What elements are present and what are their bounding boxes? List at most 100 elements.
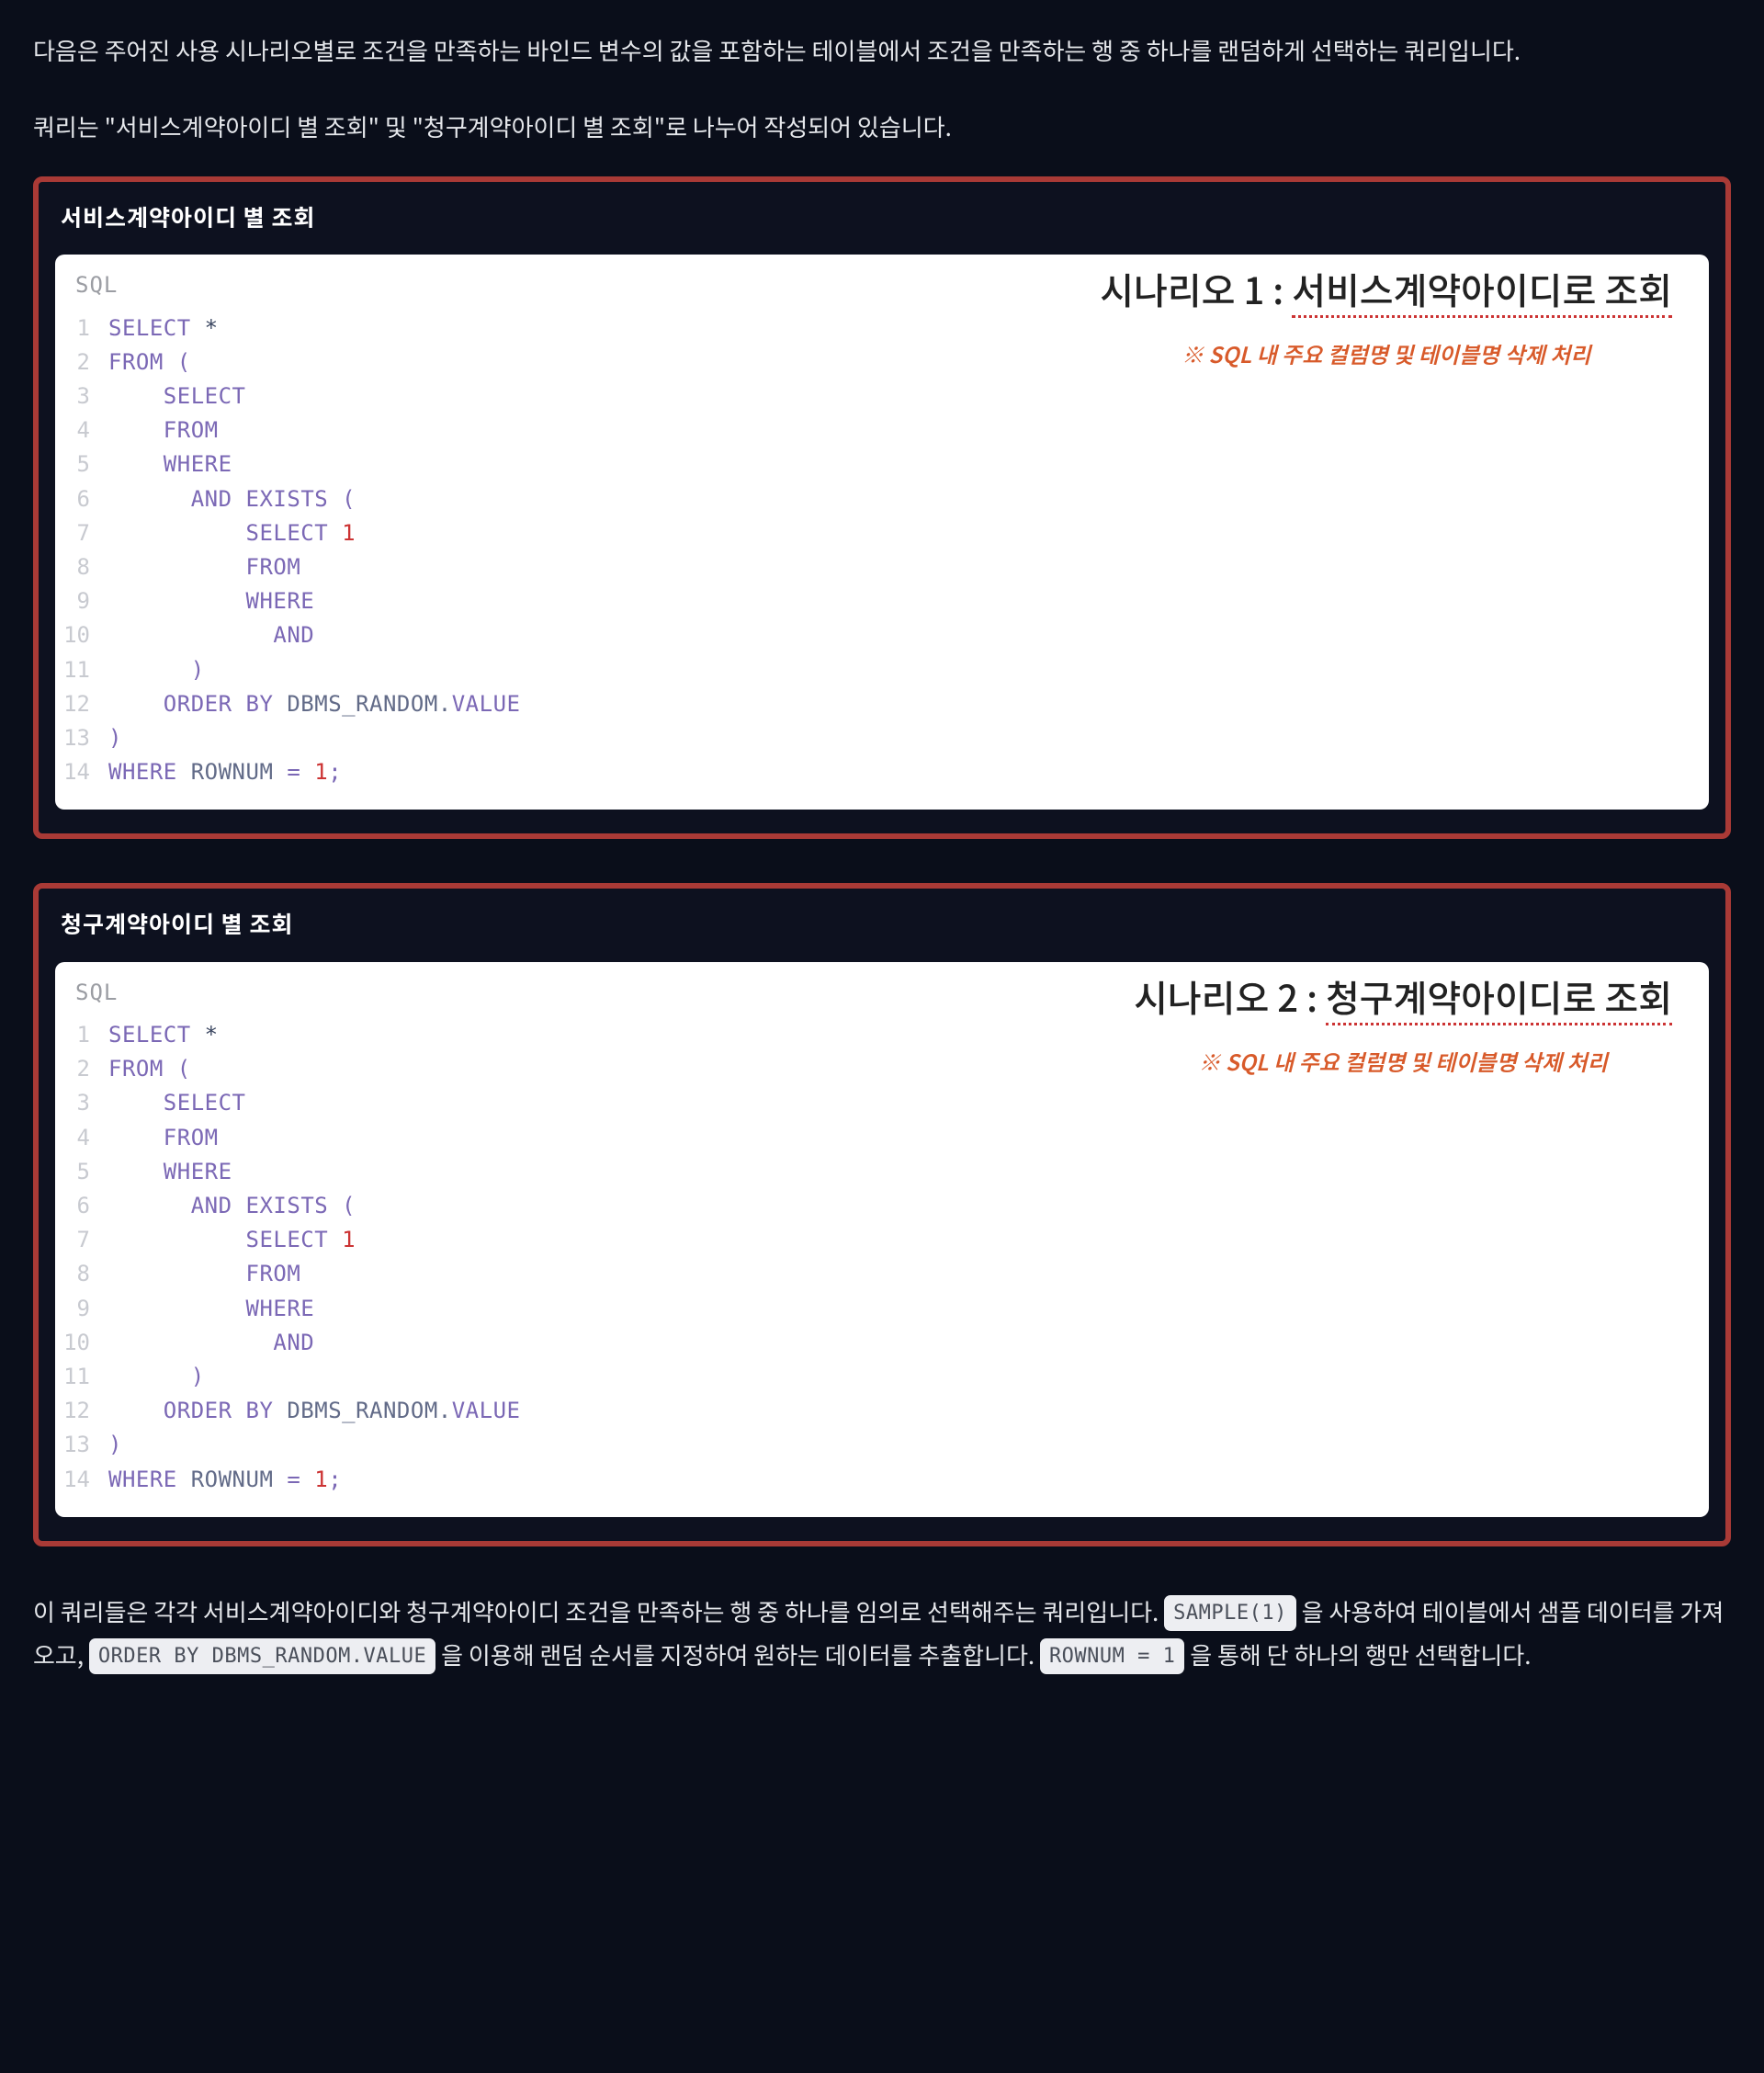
line-number: 12 <box>55 687 108 721</box>
line-number: 1 <box>55 1018 108 1052</box>
code-line: 3 SELECT <box>55 379 1709 413</box>
code-text: WHERE <box>108 1155 232 1189</box>
code-section-1: 청구계약아이디 별 조회SQL시나리오 2 : 청구계약아이디로 조회※ SQL… <box>33 883 1731 1546</box>
redaction-note: ※ SQL 내 주요 컬럼명 및 테이블명 삭제 처리 <box>1100 335 1672 372</box>
line-number: 6 <box>55 482 108 516</box>
line-number: 2 <box>55 346 108 379</box>
footer-explanation: 이 쿼리들은 각각 서비스계약아이디와 청구계약아이디 조건을 만족하는 행 중… <box>33 1591 1731 1677</box>
code-text: ) <box>108 1428 122 1462</box>
line-number: 1 <box>55 312 108 346</box>
code-pill-rownum: ROWNUM = 1 <box>1040 1638 1184 1675</box>
code-line: 6 AND EXISTS ( <box>55 1189 1709 1223</box>
scenario-title: 시나리오 2 : 청구계약아이디로 조회 <box>1134 966 1672 1026</box>
code-text: AND EXISTS ( <box>108 482 356 516</box>
code-text: WHERE <box>108 447 232 481</box>
scenario-annotation: 시나리오 1 : 서비스계약아이디로 조회 ※ SQL 내 주요 컬럼명 및 테이… <box>1100 258 1672 372</box>
code-line: 13) <box>55 721 1709 755</box>
line-number: 4 <box>55 413 108 447</box>
code-line: 9 WHERE <box>55 1292 1709 1326</box>
code-text: AND EXISTS ( <box>108 1189 356 1223</box>
code-line: 8 FROM <box>55 550 1709 584</box>
code-line: 6 AND EXISTS ( <box>55 482 1709 516</box>
code-line: 5 WHERE <box>55 447 1709 481</box>
code-line: 13) <box>55 1428 1709 1462</box>
code-line: 10 AND <box>55 618 1709 652</box>
code-text: SELECT <box>108 379 246 413</box>
code-text: SELECT 1 <box>108 516 356 550</box>
footer-seg1: 이 쿼리들은 각각 서비스계약아이디와 청구계약아이디 조건을 만족하는 행 중… <box>33 1594 1164 1628</box>
code-text: SELECT * <box>108 312 219 346</box>
code-card: SQL시나리오 2 : 청구계약아이디로 조회※ SQL 내 주요 컬럼명 및 … <box>55 962 1709 1517</box>
code-text: SELECT * <box>108 1018 219 1052</box>
line-number: 3 <box>55 1086 108 1120</box>
line-number: 10 <box>55 618 108 652</box>
line-number: 9 <box>55 584 108 618</box>
line-number: 11 <box>55 1360 108 1394</box>
line-number: 13 <box>55 1428 108 1462</box>
line-number: 8 <box>55 550 108 584</box>
code-line: 7 SELECT 1 <box>55 1223 1709 1257</box>
line-number: 14 <box>55 1463 108 1497</box>
code-text: ) <box>108 653 205 687</box>
code-line: 8 FROM <box>55 1257 1709 1291</box>
code-body[interactable]: 1SELECT *2FROM (3 SELECT4 FROM5 WHERE6 A… <box>55 1013 1709 1517</box>
line-number: 10 <box>55 1326 108 1360</box>
code-line: 4 FROM <box>55 413 1709 447</box>
code-line: 9 WHERE <box>55 584 1709 618</box>
line-number: 9 <box>55 1292 108 1326</box>
code-line: 11 ) <box>55 653 1709 687</box>
section-title: 서비스계약아이디 별 조회 <box>61 198 1703 236</box>
scenario-annotation: 시나리오 2 : 청구계약아이디로 조회 ※ SQL 내 주요 컬럼명 및 테이블… <box>1134 966 1672 1080</box>
line-number: 14 <box>55 755 108 789</box>
intro-text-2: 쿼리는 "서비스계약아이디 별 조회" 및 "청구계약아이디 별 조회"로 나누… <box>33 108 1731 147</box>
line-number: 13 <box>55 721 108 755</box>
code-text: ) <box>108 1360 205 1394</box>
code-line: 12 ORDER BY DBMS_RANDOM.VALUE <box>55 1394 1709 1428</box>
footer-seg3: 을 이용해 랜덤 순서를 지정하여 원하는 데이터를 추출합니다. <box>435 1637 1040 1671</box>
line-number: 12 <box>55 1394 108 1428</box>
code-line: 12 ORDER BY DBMS_RANDOM.VALUE <box>55 687 1709 721</box>
code-line: 10 AND <box>55 1326 1709 1360</box>
code-text: AND <box>108 1326 314 1360</box>
redaction-note: ※ SQL 내 주요 컬럼명 및 테이블명 삭제 처리 <box>1134 1043 1672 1080</box>
code-section-0: 서비스계약아이디 별 조회 SQL시나리오 1 : 서비스계약아이디로 조회※ S… <box>33 176 1731 839</box>
line-number: 3 <box>55 379 108 413</box>
code-line: 14WHERE ROWNUM = 1; <box>55 1463 1709 1497</box>
code-text: WHERE ROWNUM = 1; <box>108 1463 342 1497</box>
code-text: WHERE <box>108 1292 314 1326</box>
line-number: 4 <box>55 1121 108 1155</box>
line-number: 7 <box>55 516 108 550</box>
code-text: WHERE ROWNUM = 1; <box>108 755 342 789</box>
code-line: 3 SELECT <box>55 1086 1709 1120</box>
line-number: 5 <box>55 1155 108 1189</box>
code-line: 4 FROM <box>55 1121 1709 1155</box>
code-card: SQL시나리오 1 : 서비스계약아이디로 조회※ SQL 내 주요 컬럼명 및… <box>55 255 1709 810</box>
code-text: SELECT <box>108 1086 246 1120</box>
code-line: 14WHERE ROWNUM = 1; <box>55 755 1709 789</box>
line-number: 8 <box>55 1257 108 1291</box>
line-number: 6 <box>55 1189 108 1223</box>
code-line: 11 ) <box>55 1360 1709 1394</box>
code-body[interactable]: 1SELECT *2FROM (3 SELECT4 FROM5 WHERE6 A… <box>55 306 1709 810</box>
code-text: FROM <box>108 413 219 447</box>
code-text: ) <box>108 721 122 755</box>
intro-text-1: 다음은 주어진 사용 시나리오별로 조건을 만족하는 바인드 변수의 값을 포함… <box>33 31 1731 71</box>
code-text: FROM ( <box>108 346 191 379</box>
code-pill-orderby: ORDER BY DBMS_RANDOM.VALUE <box>89 1638 435 1675</box>
code-text: ORDER BY DBMS_RANDOM.VALUE <box>108 687 520 721</box>
line-number: 11 <box>55 653 108 687</box>
code-pill-sample: SAMPLE(1) <box>1164 1595 1296 1632</box>
line-number: 2 <box>55 1052 108 1086</box>
code-text: FROM <box>108 1121 219 1155</box>
code-text: FROM <box>108 1257 300 1291</box>
code-text: WHERE <box>108 584 314 618</box>
scenario-title: 시나리오 1 : 서비스계약아이디로 조회 <box>1100 258 1672 319</box>
line-number: 7 <box>55 1223 108 1257</box>
code-text: FROM ( <box>108 1052 191 1086</box>
code-text: FROM <box>108 550 300 584</box>
line-number: 5 <box>55 447 108 481</box>
code-text: AND <box>108 618 314 652</box>
code-text: ORDER BY DBMS_RANDOM.VALUE <box>108 1394 520 1428</box>
code-line: 7 SELECT 1 <box>55 516 1709 550</box>
footer-seg4: 을 통해 단 하나의 행만 선택합니다. <box>1184 1637 1531 1671</box>
